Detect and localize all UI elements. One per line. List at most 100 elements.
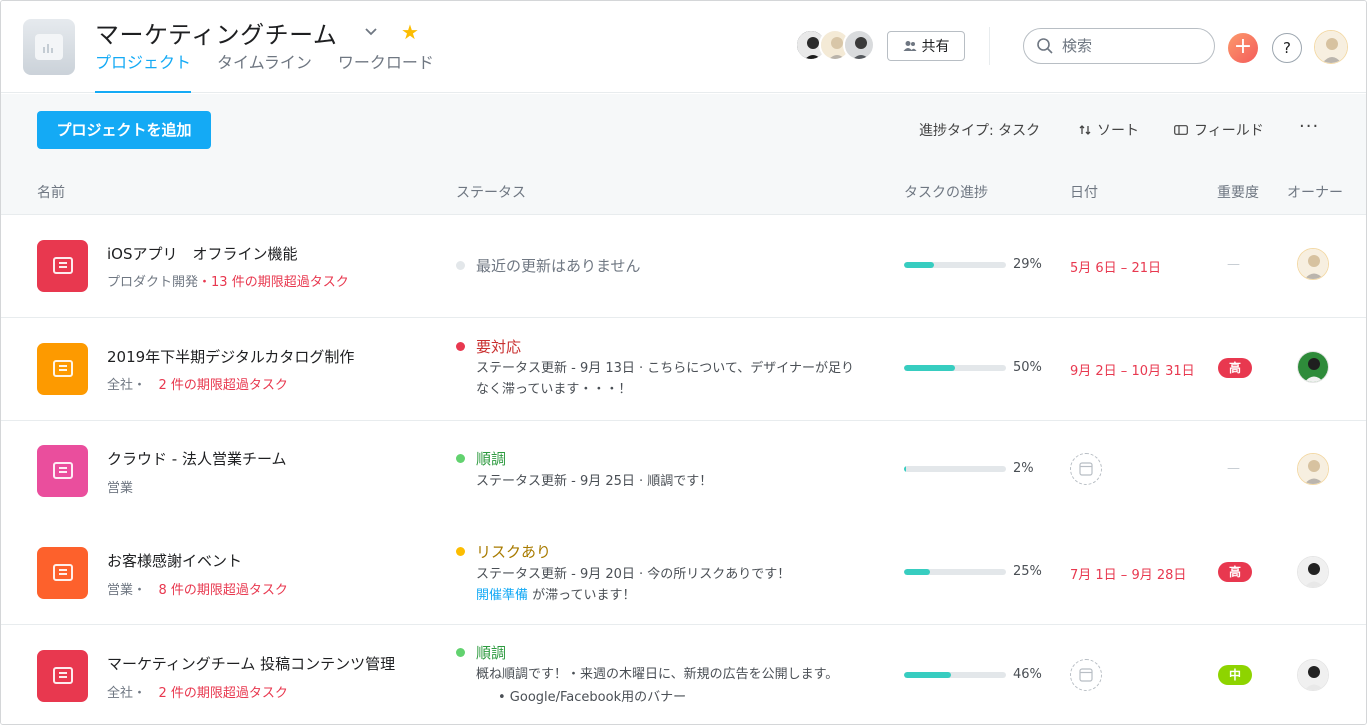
tab-bar: プロジェクト タイムライン ワークロード [95, 53, 460, 93]
progress-type-select[interactable]: 進捗タイプ: タスク [919, 120, 1040, 140]
status-text: が滞っています！ [528, 588, 636, 603]
calendar-icon[interactable] [1070, 453, 1102, 485]
status-title[interactable]: 順調 [476, 642, 506, 663]
project-date[interactable]: 5月 6日 – 21日 [1070, 257, 1161, 276]
user-avatar-icon[interactable] [1314, 30, 1348, 64]
project-team[interactable]: 営業 [107, 481, 133, 496]
tab-projects[interactable]: プロジェクト [95, 53, 192, 93]
status-link[interactable]: 開催準備 [476, 588, 528, 603]
status-dot [456, 342, 465, 351]
owner-avatar-icon[interactable] [1297, 556, 1329, 588]
project-subtitle: 全社・ 2 件の期限超過タスク [107, 374, 288, 393]
project-row[interactable]: クラウド - 法人営業チーム 営業 順調 ステータス更新 - 9月 25日 · … [1, 421, 1366, 524]
top-bar: マーケティングチーム ★ プロジェクト タイムライン ワークロード 共有 検索 … [1, 1, 1366, 93]
share-button[interactable]: 共有 [887, 31, 965, 61]
chevron-down-icon[interactable] [363, 23, 379, 39]
project-icon[interactable] [37, 343, 88, 395]
overdue-tasks-link[interactable]: 13 件の期限超過タスク [211, 275, 349, 290]
project-icon[interactable] [37, 445, 88, 497]
project-date[interactable]: 7月 1日 – 9月 28日 [1070, 564, 1186, 583]
project-name[interactable]: マーケティングチーム 投稿コンテンツ管理 [107, 653, 395, 674]
sort-label: ソート [1097, 123, 1139, 139]
member-avatar-icon[interactable] [843, 29, 875, 61]
status-title[interactable]: 順調 [476, 448, 506, 469]
project-team[interactable]: 営業 [107, 583, 133, 598]
project-name[interactable]: iOSアプリ オフライン機能 [107, 243, 298, 264]
owner-avatar-icon[interactable] [1297, 453, 1329, 485]
status-description[interactable]: ステータス更新 - 9月 25日 · 順調です！ [476, 471, 886, 492]
project-row[interactable]: 2019年下半期デジタルカタログ制作 全社・ 2 件の期限超過タスク 要対応 ス… [1, 318, 1366, 421]
column-header: 名前 ステータス タスクの進捗 日付 重要度 オーナー [1, 170, 1366, 215]
owner-avatar-icon[interactable] [1297, 659, 1329, 691]
status-dot [456, 261, 465, 270]
owner-avatar-icon[interactable] [1297, 248, 1329, 280]
project-row[interactable]: お客様感謝イベント 営業・ 8 件の期限超過タスク リスクあり ステータス更新 … [1, 522, 1366, 625]
project-subtitle: 全社・ 2 件の期限超過タスク [107, 682, 288, 701]
column-name[interactable]: 名前 [37, 182, 65, 202]
sort-icon [1079, 125, 1091, 135]
progress-bar [904, 466, 1006, 472]
project-team[interactable]: プロダクト開発 [107, 275, 198, 290]
project-icon[interactable] [37, 650, 88, 702]
status-description[interactable]: ステータス更新 - 9月 20日 · 今の所リスクありです！ 開催準備 が滞って… [476, 564, 886, 606]
status-dot [456, 454, 465, 463]
priority-badge[interactable]: 高 [1218, 358, 1252, 378]
progress-bar [904, 365, 1006, 371]
project-icon[interactable] [37, 547, 88, 599]
tab-timeline[interactable]: タイムライン [217, 53, 312, 93]
owner-avatar-icon[interactable] [1297, 351, 1329, 383]
priority-badge[interactable]: 中 [1218, 665, 1252, 685]
help-button[interactable]: ? [1272, 33, 1302, 63]
project-team[interactable]: 全社 [107, 686, 133, 701]
project-icon[interactable] [37, 240, 88, 292]
progress-percent: 2% [1013, 461, 1034, 476]
separator: ・ [198, 275, 212, 290]
column-status[interactable]: ステータス [456, 182, 526, 202]
add-project-button[interactable]: プロジェクトを追加 [37, 111, 211, 149]
overdue-tasks-link[interactable]: 2 件の期限超過タスク [158, 686, 287, 701]
search-input[interactable] [1062, 35, 1202, 57]
project-name[interactable]: 2019年下半期デジタルカタログ制作 [107, 346, 354, 367]
overdue-tasks-link[interactable]: 2 件の期限超過タスク [158, 378, 287, 393]
status-text: なく滞っています・・・！ [476, 382, 632, 397]
status-title[interactable]: リスクあり [476, 541, 551, 562]
column-priority[interactable]: 重要度 [1217, 182, 1259, 202]
status-text: 概ね順調です！・来週の木曜日に、新規の広告を公開します。 [476, 667, 839, 682]
share-label: 共有 [921, 39, 950, 55]
project-team[interactable]: 全社 [107, 378, 133, 393]
quick-add-button[interactable]: + [1228, 33, 1258, 63]
project-row[interactable]: iOSアプリ オフライン機能 プロダクト開発・13 件の期限超過タスク 最近の更… [1, 215, 1366, 318]
project-subtitle: プロダクト開発・13 件の期限超過タスク [107, 271, 349, 290]
status-description[interactable]: ステータス更新 - 9月 13日 · こちらについて、デザイナーが足り なく滞っ… [476, 358, 886, 400]
column-owner[interactable]: オーナー [1287, 182, 1343, 202]
search-box[interactable] [1023, 28, 1215, 64]
tab-workload[interactable]: ワークロード [338, 53, 434, 93]
project-name[interactable]: お客様感謝イベント [107, 550, 242, 571]
project-date[interactable]: 9月 2日 – 10月 31日 [1070, 360, 1195, 379]
status-description[interactable]: 概ね順調です！・来週の木曜日に、新規の広告を公開します。 [476, 664, 886, 685]
priority-empty[interactable]: — [1227, 257, 1240, 272]
separator: ・ [133, 583, 147, 598]
separator: ・ [133, 686, 147, 701]
app-window: マーケティングチーム ★ プロジェクト タイムライン ワークロード 共有 検索 … [0, 0, 1367, 725]
more-options-button[interactable]: ··· [1299, 116, 1319, 137]
status-bullet: • Google/Facebook用のバナー [498, 690, 687, 705]
column-progress[interactable]: タスクの進捗 [904, 182, 988, 202]
sort-button[interactable]: ソート [1079, 120, 1139, 140]
project-name[interactable]: クラウド - 法人営業チーム [107, 448, 287, 469]
member-avatars[interactable] [795, 29, 877, 61]
status-text: ステータス更新 - 9月 25日 · 順調です！ [476, 474, 713, 489]
progress-bar [904, 672, 1006, 678]
field-label: フィールド [1194, 123, 1264, 139]
overdue-tasks-link[interactable]: 8 件の期限超過タスク [158, 583, 287, 598]
star-icon[interactable]: ★ [401, 22, 419, 42]
status-title[interactable]: 要対応 [476, 336, 521, 357]
project-row[interactable]: マーケティングチーム 投稿コンテンツ管理 全社・ 2 件の期限超過タスク 順調 … [1, 625, 1366, 724]
status-title[interactable]: 最近の更新はありません [476, 255, 641, 276]
progress-percent: 29% [1013, 257, 1042, 272]
field-button[interactable]: フィールド [1174, 120, 1264, 140]
column-date[interactable]: 日付 [1070, 182, 1098, 202]
priority-empty[interactable]: — [1227, 461, 1240, 476]
calendar-icon[interactable] [1070, 659, 1102, 691]
priority-badge[interactable]: 高 [1218, 562, 1252, 582]
